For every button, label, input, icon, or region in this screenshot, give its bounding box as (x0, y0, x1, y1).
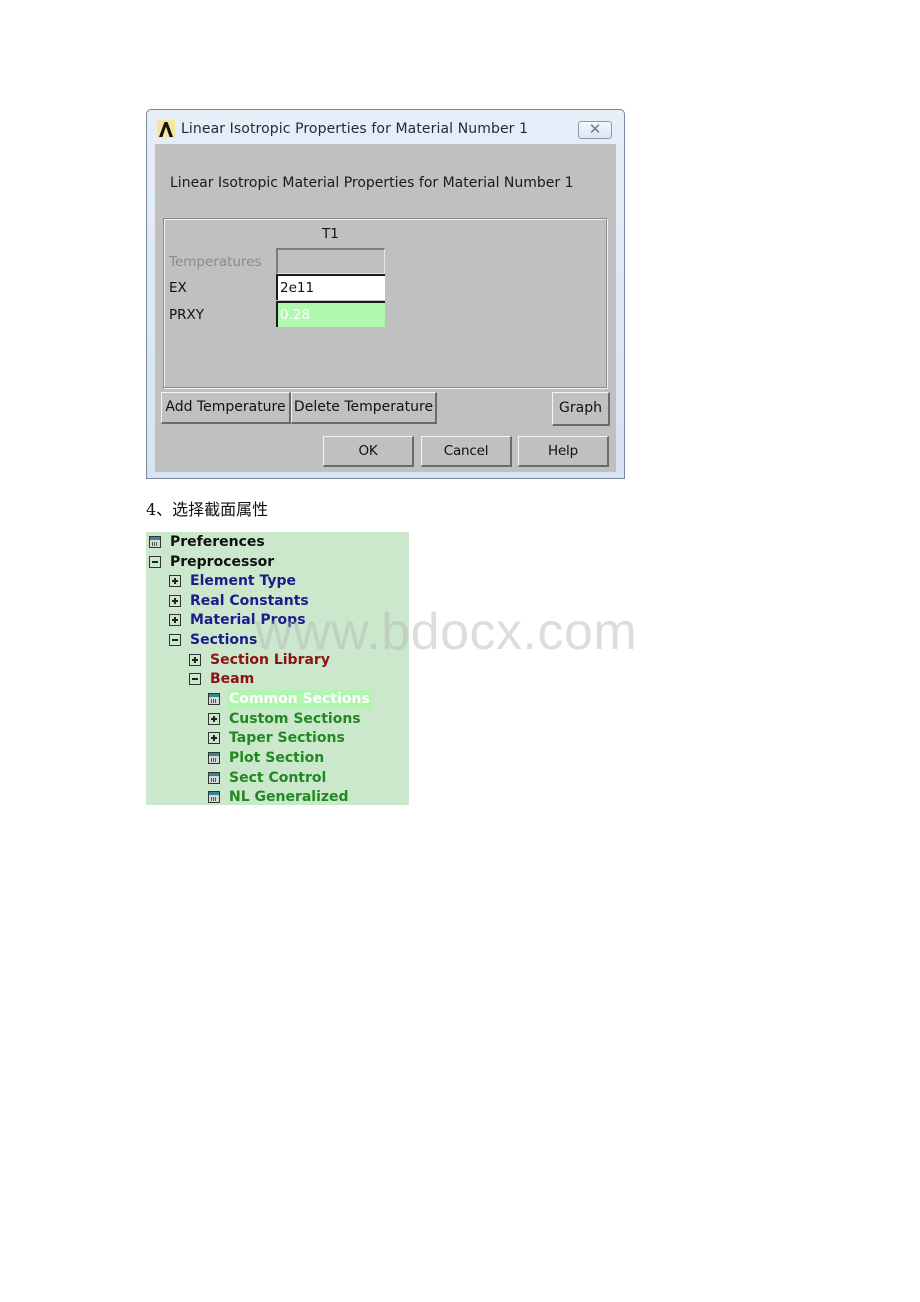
expand-icon[interactable] (169, 614, 181, 626)
tree-item-label: Section Library (210, 652, 330, 668)
ex-label: EX (169, 280, 187, 296)
collapse-icon[interactable] (169, 634, 181, 646)
dialog-title: Linear Isotropic Properties for Material… (181, 121, 529, 137)
tree-item-label: Taper Sections (229, 730, 345, 746)
close-icon: ✕ (588, 120, 602, 138)
step-caption: 4、选择截面属性 (146, 500, 269, 519)
tree-item-label: NL Generalized (229, 789, 349, 805)
cancel-button[interactable]: Cancel (421, 436, 512, 467)
dialog-icon (208, 693, 220, 705)
column-header-t1: T1 (322, 226, 339, 242)
tree-item-label: Sections (190, 632, 258, 648)
properties-table: T1 Temperatures EX 2e11 PRXY 0.28 (163, 218, 607, 388)
prxy-field[interactable]: 0.28 (276, 301, 385, 327)
dialog-icon (208, 752, 220, 764)
tree-item-label: Plot Section (229, 750, 325, 766)
ansys-logo-icon (157, 120, 175, 138)
ex-field[interactable]: 2e11 (276, 274, 385, 300)
dialog-heading: Linear Isotropic Material Properties for… (170, 175, 574, 191)
title-bar[interactable]: Linear Isotropic Properties for Material… (147, 110, 624, 144)
ok-button[interactable]: OK (323, 436, 414, 467)
close-button[interactable]: ✕ (578, 120, 612, 139)
tree-item-label: Common Sections (228, 690, 372, 709)
tree-item-label: Custom Sections (229, 711, 361, 727)
help-button[interactable]: Help (518, 436, 609, 467)
dialog-icon (208, 772, 220, 784)
tree-item-label: Preferences (170, 534, 265, 550)
add-temperature-button[interactable]: Add Temperature (161, 392, 291, 424)
tree-item-label: Real Constants (190, 593, 309, 609)
material-properties-dialog: Linear Isotropic Properties for Material… (146, 109, 625, 479)
graph-button[interactable]: Graph (552, 392, 610, 426)
main-menu-tree: Preferences Preprocessor Element Type Re… (146, 532, 409, 805)
expand-icon[interactable] (189, 654, 201, 666)
prxy-label: PRXY (169, 307, 205, 323)
tree-item-label: Beam (210, 671, 255, 687)
dialog-icon (149, 536, 161, 548)
temperatures-field (276, 248, 385, 274)
dialog-icon (208, 791, 220, 803)
temperatures-label: Temperatures (169, 254, 262, 270)
tree-item-label: Preprocessor (170, 554, 275, 570)
expand-icon[interactable] (208, 713, 220, 725)
dialog-body: Linear Isotropic Material Properties for… (155, 144, 616, 472)
tree-item-label: Element Type (190, 573, 297, 589)
collapse-icon[interactable] (189, 673, 201, 685)
expand-icon[interactable] (169, 575, 181, 587)
collapse-icon[interactable] (149, 556, 161, 568)
expand-icon[interactable] (208, 732, 220, 744)
expand-icon[interactable] (169, 595, 181, 607)
tree-item-label: Material Props (190, 612, 306, 628)
tree-item-label: Sect Control (229, 770, 327, 786)
delete-temperature-button[interactable]: Delete Temperature (291, 392, 437, 424)
